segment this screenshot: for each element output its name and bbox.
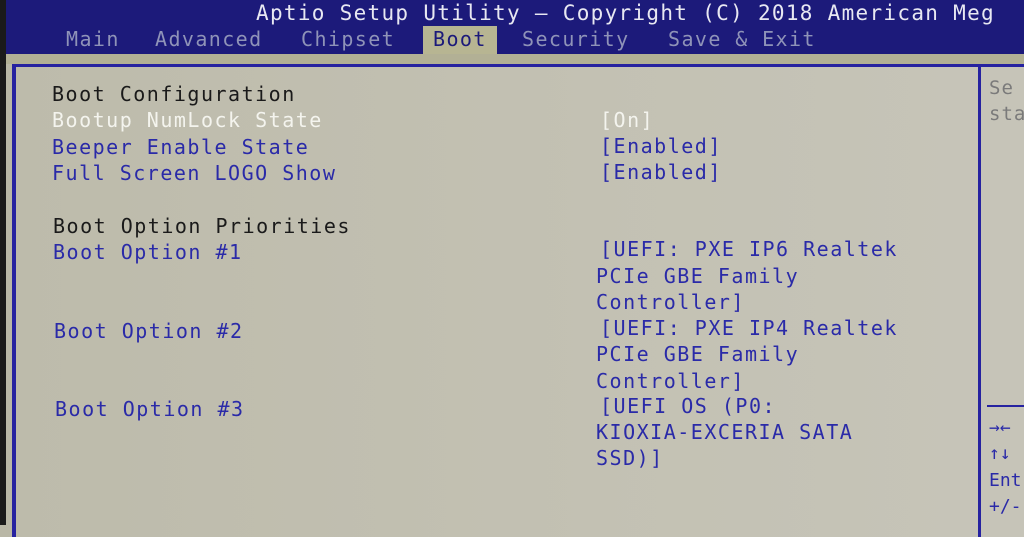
boot-option-3-value-line1[interactable]: [UEFI OS (P0:: [600, 393, 776, 419]
help-key-plus-minus: +/-: [989, 496, 1022, 517]
arrow-up-down-icon: ↑↓: [989, 443, 1011, 464]
boot-option-3-value-line2[interactable]: KIOXIA-EXCERIA SATA: [596, 419, 853, 445]
boot-option-3-label[interactable]: Boot Option #3: [55, 396, 245, 422]
boot-option-2-value-line3[interactable]: Controller]: [596, 368, 745, 394]
boot-priorities-heading: Boot Option Priorities: [53, 214, 351, 238]
help-description-line2: sta: [989, 103, 1024, 125]
app-title: Aptio Setup Utility – Copyright (C) 2018…: [256, 1, 995, 25]
boot-option-2-value-line2[interactable]: PCIe GBE Family: [596, 341, 799, 367]
header-bar: Aptio Setup Utility – Copyright (C) 2018…: [0, 0, 1024, 54]
boot-option-2-label[interactable]: Boot Option #2: [54, 318, 244, 344]
setting-beeper-value[interactable]: [Enabled]: [600, 133, 722, 159]
arrow-left-right-icon: →←: [989, 417, 1011, 438]
boot-option-3-value-line3[interactable]: SSD)]: [596, 445, 664, 471]
setting-logo-label[interactable]: Full Screen LOGO Show: [52, 160, 336, 186]
setting-logo-value[interactable]: [Enabled]: [600, 159, 722, 185]
help-key-enter: Ent: [989, 470, 1022, 491]
screen-bezel: [0, 0, 6, 525]
tab-boot[interactable]: Boot: [423, 26, 497, 54]
setting-bootup-numlock-label[interactable]: Bootup NumLock State: [52, 107, 323, 133]
settings-panel: Boot Configuration Bootup NumLock State …: [12, 64, 978, 537]
tab-advanced[interactable]: Advanced: [155, 26, 263, 52]
setting-bootup-numlock-value[interactable]: [On]: [600, 107, 654, 133]
tab-main[interactable]: Main: [66, 26, 120, 52]
boot-option-2-value-line1[interactable]: [UEFI: PXE IP4 Realtek: [600, 315, 898, 341]
boot-option-1-label[interactable]: Boot Option #1: [53, 239, 243, 265]
tab-save-exit[interactable]: Save & Exit: [668, 26, 816, 52]
tab-chipset[interactable]: Chipset: [301, 26, 395, 52]
help-description-line1: Se: [989, 77, 1014, 99]
boot-configuration-heading: Boot Configuration: [52, 82, 296, 106]
help-divider: [987, 405, 1024, 407]
boot-option-1-value-line1[interactable]: [UEFI: PXE IP6 Realtek: [600, 236, 898, 262]
tab-bar: Main Advanced Chipset Boot Security Save…: [0, 26, 1024, 54]
help-panel: Se sta →← ↑↓ Ent +/-: [978, 64, 1024, 537]
boot-option-1-value-line3[interactable]: Controller]: [596, 289, 745, 315]
boot-option-1-value-line2[interactable]: PCIe GBE Family: [596, 263, 799, 289]
tab-security[interactable]: Security: [522, 26, 630, 52]
setting-beeper-label[interactable]: Beeper Enable State: [52, 134, 309, 160]
frame-divider: [0, 54, 1024, 64]
